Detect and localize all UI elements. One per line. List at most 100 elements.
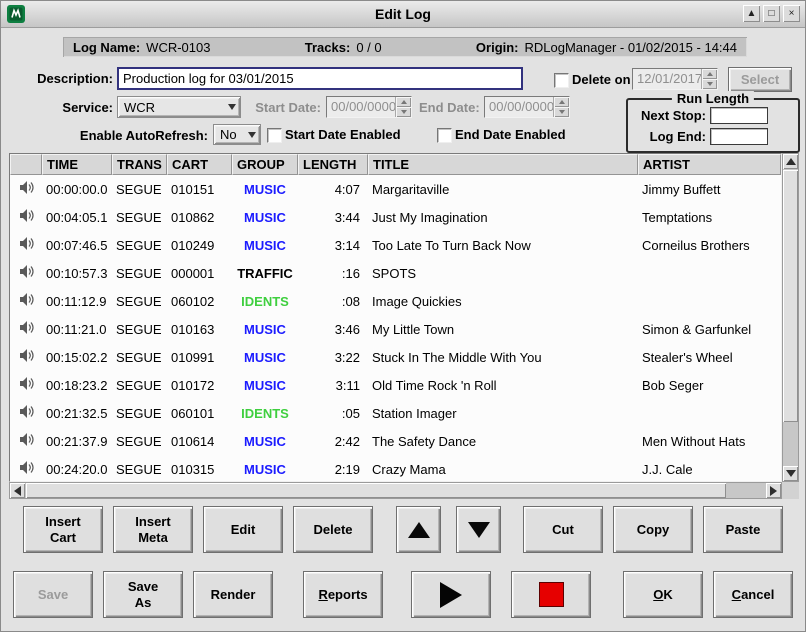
log-row[interactable]: 00:00:00.0SEGUE010151MUSIC4:07Margaritav… xyxy=(10,175,781,203)
select-button[interactable]: Select xyxy=(728,67,792,92)
run-length-groupbox: Run Length Next Stop: Log End: xyxy=(626,98,800,153)
cart-cell: 010862 xyxy=(167,203,232,231)
log-table[interactable]: TIMETRANSCARTGROUPLENGTHTITLEARTIST 00:0… xyxy=(9,153,782,482)
log-row[interactable]: 00:15:02.2SEGUE010991MUSIC3:22Stuck In T… xyxy=(10,343,781,371)
play-button[interactable] xyxy=(411,571,491,618)
speaker-icon xyxy=(10,259,42,287)
scroll-right-icon[interactable] xyxy=(766,483,781,498)
scroll-down-icon[interactable] xyxy=(783,466,798,481)
next-stop-label: Next Stop: xyxy=(632,108,706,124)
delete-date-spin-buttons xyxy=(701,69,717,89)
log-row[interactable]: 00:11:21.0SEGUE010163MUSIC3:46My Little … xyxy=(10,315,781,343)
column-header-title[interactable]: TITLE xyxy=(368,154,638,175)
delete-on-checkbox[interactable] xyxy=(554,73,569,88)
delete-date-value: 12/01/2017 xyxy=(633,69,701,89)
title-cell: The Safety Dance xyxy=(368,427,638,455)
shade-icon[interactable]: ▲ xyxy=(743,5,760,22)
log-row[interactable]: 00:18:23.2SEGUE010172MUSIC3:11Old Time R… xyxy=(10,371,781,399)
copy-button[interactable]: Copy xyxy=(613,506,693,553)
log-info-bar: Log Name: WCR-0103 Tracks: 0 / 0 Origin:… xyxy=(63,37,747,57)
trans-cell: SEGUE xyxy=(112,287,167,315)
time-cell: 00:04:05.1 xyxy=(42,203,112,231)
save-as-button[interactable]: Save As xyxy=(103,571,183,618)
speaker-icon xyxy=(10,399,42,427)
edit-button[interactable]: Edit xyxy=(203,506,283,553)
artist-cell: Simon & Garfunkel xyxy=(638,315,781,343)
time-cell: 00:21:37.9 xyxy=(42,427,112,455)
log-row[interactable]: 00:11:12.9SEGUE060102IDENTS:08Image Quic… xyxy=(10,287,781,315)
log-row[interactable]: 00:24:20.0SEGUE010315MUSIC2:19Crazy Mama… xyxy=(10,455,781,482)
column-header-artist[interactable]: ARTIST xyxy=(638,154,781,175)
cart-cell: 010172 xyxy=(167,371,232,399)
log-row[interactable]: 00:04:05.1SEGUE010862MUSIC3:44Just My Im… xyxy=(10,203,781,231)
ok-button[interactable]: OK xyxy=(623,571,703,618)
horizontal-scrollbar-thumb[interactable] xyxy=(26,483,726,498)
paste-button[interactable]: Paste xyxy=(703,506,783,553)
log-row[interactable]: 00:10:57.3SEGUE000001TRAFFIC:16SPOTS xyxy=(10,259,781,287)
log-row[interactable]: 00:07:46.5SEGUE010249MUSIC3:14Too Late T… xyxy=(10,231,781,259)
scroll-up-icon[interactable] xyxy=(783,154,798,169)
vertical-scrollbar[interactable] xyxy=(782,153,799,482)
length-cell: 2:42 xyxy=(298,427,368,455)
window-controls: ▲ □ × xyxy=(743,5,800,22)
horizontal-scrollbar[interactable] xyxy=(9,482,782,499)
title-cell: SPOTS xyxy=(368,259,638,287)
end-date-value: 00/00/0000 xyxy=(485,97,553,117)
column-header-trans[interactable]: TRANS xyxy=(112,154,167,175)
service-value: WCR xyxy=(118,100,224,115)
tracks-label: Tracks: xyxy=(305,40,351,55)
move-up-button[interactable] xyxy=(396,506,441,553)
autorefresh-select[interactable]: No xyxy=(213,124,261,145)
spin-up-icon[interactable] xyxy=(396,97,411,107)
spin-down-icon[interactable] xyxy=(396,107,411,117)
description-input[interactable] xyxy=(117,67,523,90)
end-date-spinbox[interactable]: 00/00/0000 xyxy=(484,96,570,118)
maximize-icon[interactable]: □ xyxy=(763,5,780,22)
vertical-scrollbar-thumb[interactable] xyxy=(783,170,798,422)
artist-cell xyxy=(638,399,781,427)
log-end-input[interactable] xyxy=(710,128,768,145)
insert-meta-button[interactable]: Insert Meta xyxy=(113,506,193,553)
cart-cell: 010614 xyxy=(167,427,232,455)
column-header-icon[interactable] xyxy=(10,154,42,175)
spin-down-icon[interactable] xyxy=(554,107,569,117)
spin-up-icon[interactable] xyxy=(554,97,569,107)
log-row[interactable]: 00:21:32.5SEGUE060101IDENTS:05Station Im… xyxy=(10,399,781,427)
cancel-button[interactable]: Cancel xyxy=(713,571,793,618)
render-button[interactable]: Render xyxy=(193,571,273,618)
cart-cell: 060101 xyxy=(167,399,232,427)
start-date-enabled-checkbox[interactable] xyxy=(267,128,282,143)
start-date-spinbox[interactable]: 00/00/0000 xyxy=(326,96,412,118)
spin-up-icon[interactable] xyxy=(702,69,717,79)
save-button[interactable]: Save xyxy=(13,571,93,618)
delete-button[interactable]: Delete xyxy=(293,506,373,553)
stop-button[interactable] xyxy=(511,571,591,618)
service-select[interactable]: WCR xyxy=(117,96,241,118)
column-header-cart[interactable]: CART xyxy=(167,154,232,175)
end-date-enabled-checkbox[interactable] xyxy=(437,128,452,143)
title-cell: Old Time Rock 'n Roll xyxy=(368,371,638,399)
delete-date-spinbox[interactable]: 12/01/2017 xyxy=(632,68,718,90)
artist-cell xyxy=(638,259,781,287)
speaker-icon xyxy=(10,287,42,315)
log-row[interactable]: 00:21:37.9SEGUE010614MUSIC2:42The Safety… xyxy=(10,427,781,455)
title-cell: Margaritaville xyxy=(368,175,638,203)
delete-label: Delete xyxy=(313,522,352,538)
time-cell: 00:24:20.0 xyxy=(42,455,112,482)
time-cell: 00:15:02.2 xyxy=(42,343,112,371)
trans-cell: SEGUE xyxy=(112,343,167,371)
move-down-button[interactable] xyxy=(456,506,501,553)
column-header-group[interactable]: GROUP xyxy=(232,154,298,175)
time-cell: 00:07:46.5 xyxy=(42,231,112,259)
cart-cell: 000001 xyxy=(167,259,232,287)
column-header-length[interactable]: LENGTH xyxy=(298,154,368,175)
cut-button[interactable]: Cut xyxy=(523,506,603,553)
spin-down-icon[interactable] xyxy=(702,79,717,89)
scroll-left-icon[interactable] xyxy=(10,483,25,498)
column-header-time[interactable]: TIME xyxy=(42,154,112,175)
next-stop-input[interactable] xyxy=(710,107,768,124)
time-cell: 00:18:23.2 xyxy=(42,371,112,399)
close-icon[interactable]: × xyxy=(783,5,800,22)
reports-button[interactable]: Reports xyxy=(303,571,383,618)
insert-cart-button[interactable]: Insert Cart xyxy=(23,506,103,553)
